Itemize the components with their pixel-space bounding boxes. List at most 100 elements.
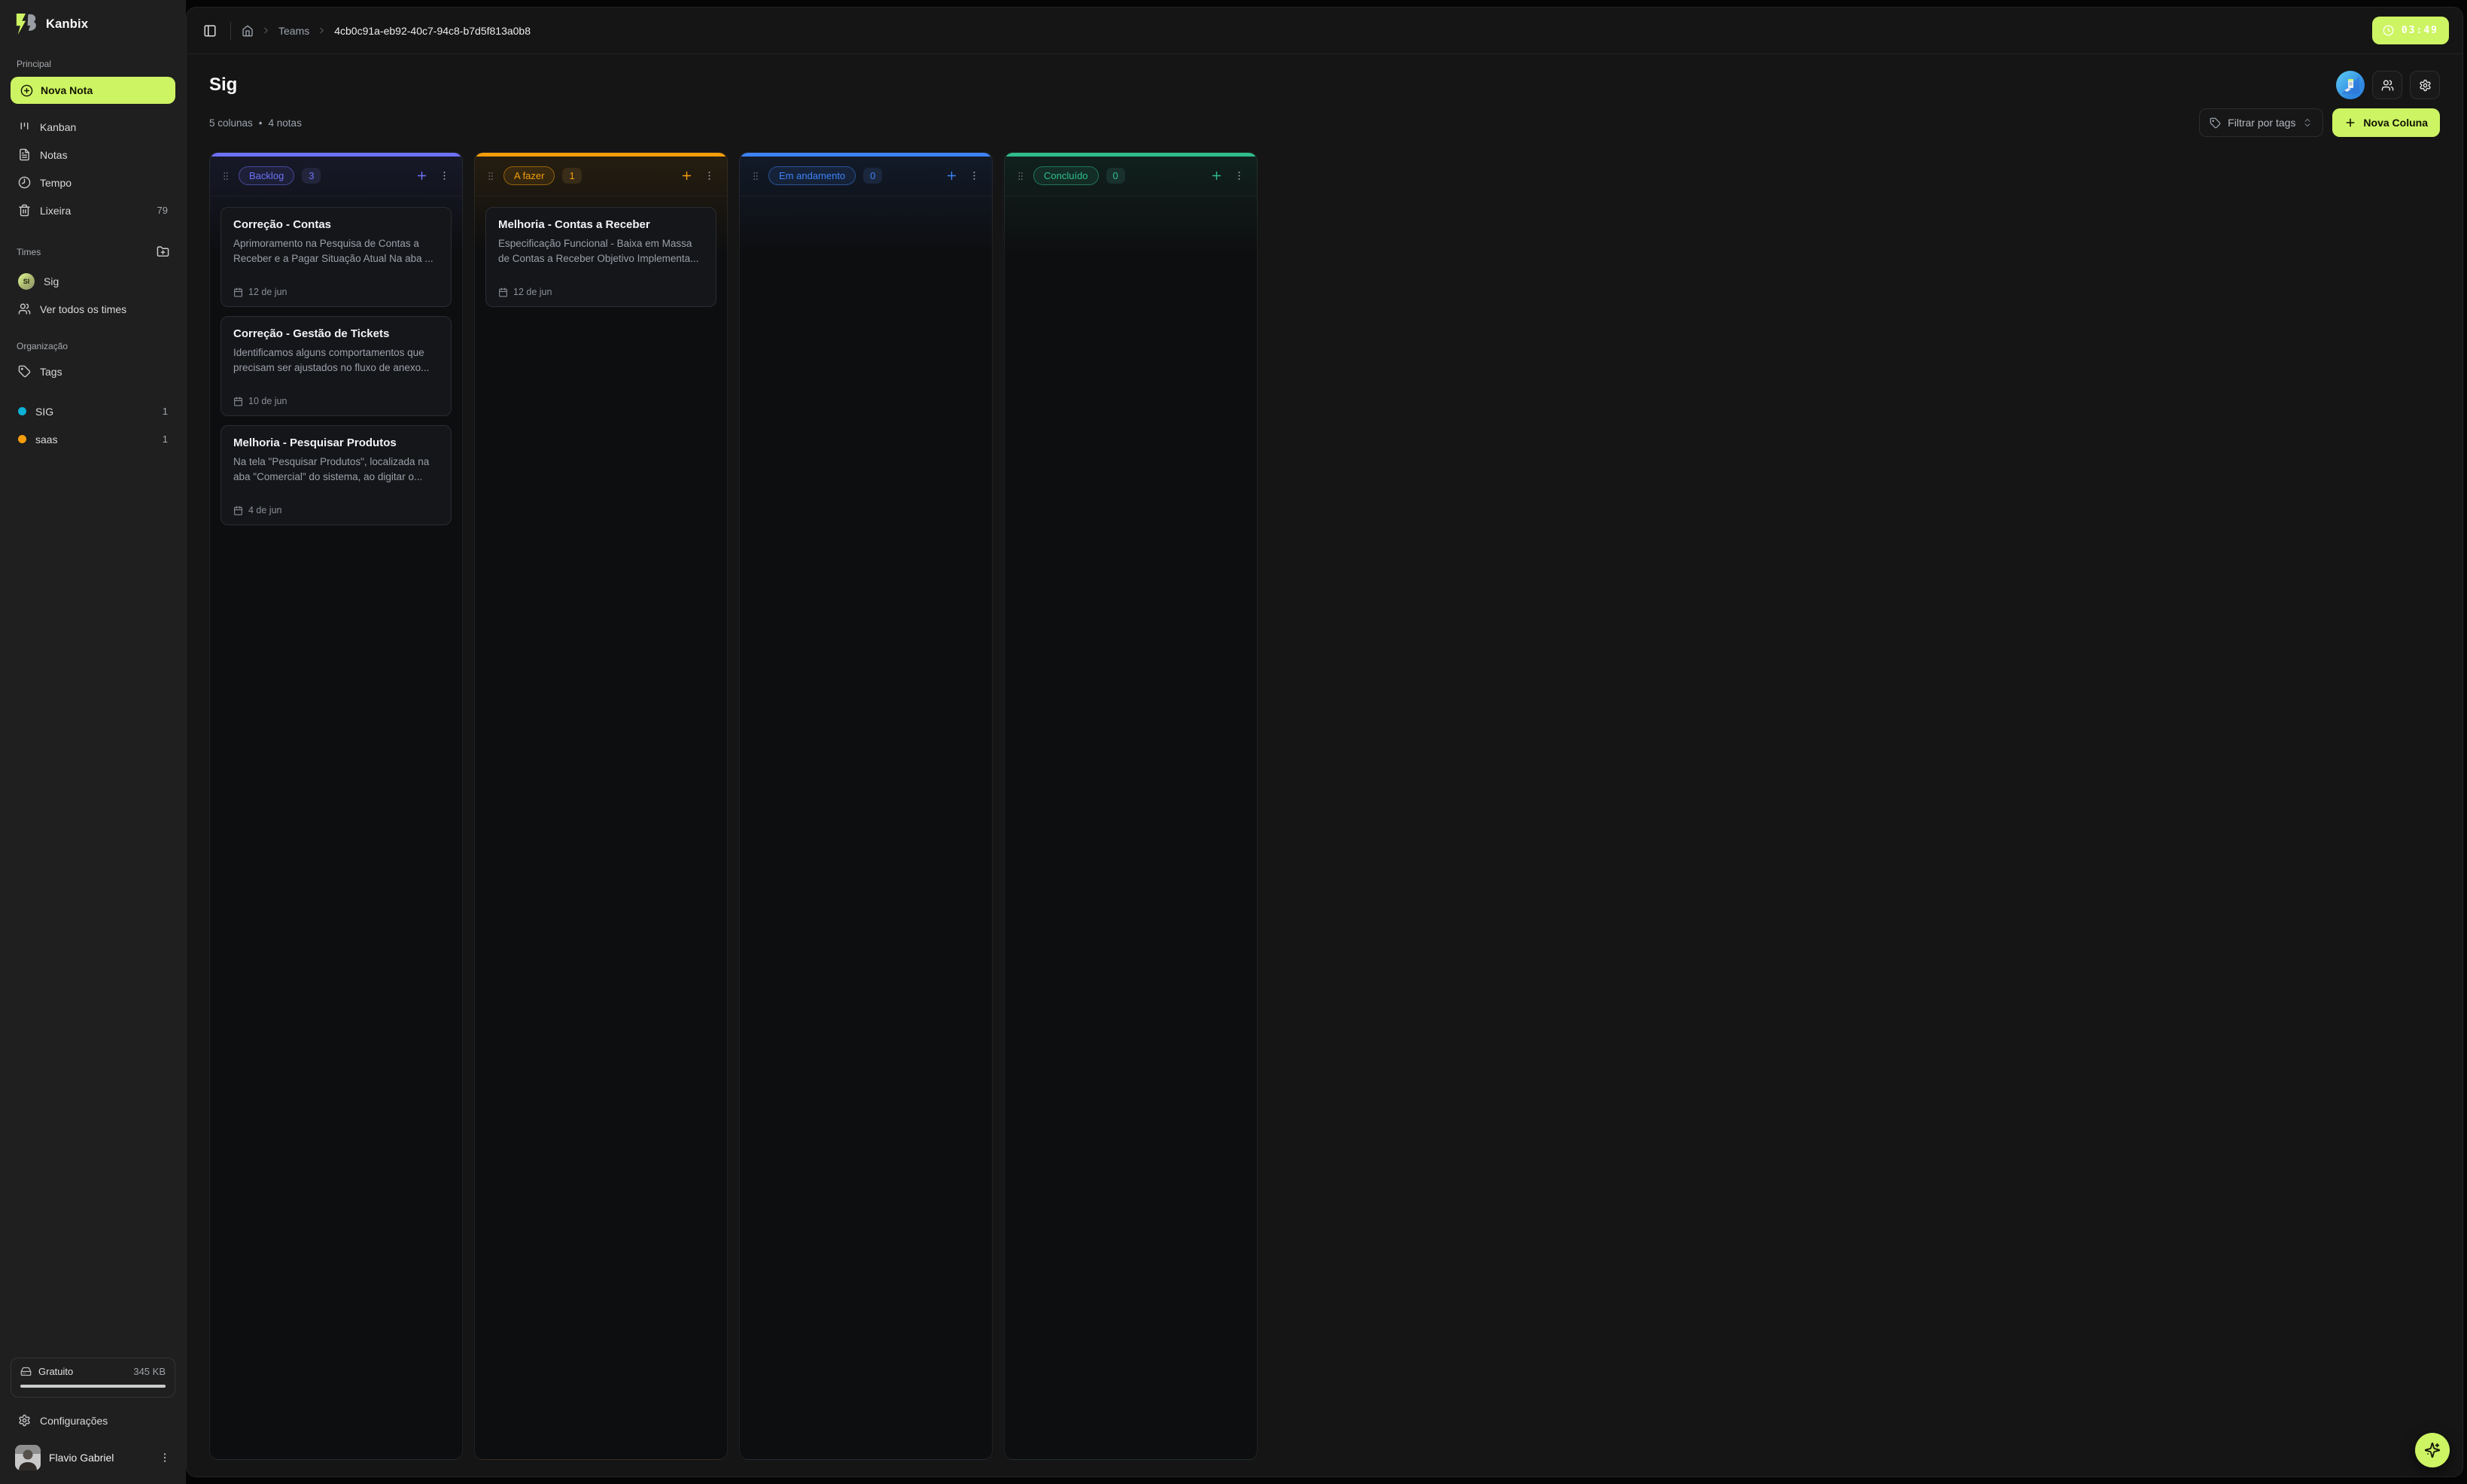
sidebar-nav: Kanban Notas Tempo Lixe [11,113,175,224]
ai-assistant-fab[interactable] [2415,1433,2450,1467]
column-a-fazer: A fazer 1 Melhoria - Contas a Receber Es… [474,152,728,1460]
card-title: Correção - Contas [233,218,439,231]
plan-usage: 345 KB [133,1366,166,1377]
column-name-pill[interactable]: A fazer [503,166,555,185]
new-note-label: Nova Nota [41,84,93,96]
tag-count: 1 [163,406,168,417]
settings-label: Configurações [40,1415,108,1427]
column-menu-button[interactable] [1232,169,1246,183]
timer-value: 03:49 [2402,25,2438,36]
sidebar-item-notas[interactable]: Notas [11,141,175,169]
grip-vertical-icon[interactable] [485,170,496,182]
column-count-badge: 0 [1106,168,1125,184]
tags-label: Tags [40,366,62,378]
sparkles-icon [2424,1442,2441,1458]
trash-count-badge: 79 [157,205,168,216]
card-date-text: 12 de jun [513,287,552,297]
add-team-button[interactable] [155,244,171,260]
sidebar-item-tags[interactable]: Tags [11,357,175,385]
column-name-pill[interactable]: Concluído [1033,166,1099,185]
sidebar-team-sig[interactable]: SI Sig [11,267,175,295]
clock-icon [2383,25,2394,36]
column-name-pill[interactable]: Backlog [239,166,294,185]
column-cards: Melhoria - Contas a Receber Especificaçã… [475,196,727,1459]
sidebar-item-kanban[interactable]: Kanban [11,113,175,141]
plan-usage-box: Gratuito 345 KB [11,1358,175,1397]
plus-icon [2344,117,2356,129]
column-count-badge: 3 [302,168,321,184]
sidebar-item-label: Kanban [40,121,76,133]
column-add-card-button[interactable] [414,168,430,184]
see-all-teams[interactable]: Ver todos os times [11,295,175,323]
new-column-button[interactable]: Nova Coluna [2332,108,2440,137]
card-title: Correção - Gestão de Tickets [233,327,439,340]
settings-item[interactable]: Configurações [11,1406,175,1434]
tag-icon [2210,117,2221,129]
kanban-card[interactable]: Melhoria - Pesquisar Produtos Na tela "P… [221,425,452,525]
divider [230,22,231,40]
card-description: Identificamos alguns comportamentos que … [233,345,439,375]
trash-icon [18,204,31,217]
topbar: Teams 4cb0c91a-eb92-40c7-94c8-b7d5f813a0… [187,8,2462,54]
card-description: Na tela "Pesquisar Produtos", localizada… [233,455,439,484]
members-button[interactable] [2372,71,2402,99]
app-logo-row[interactable]: Kanbix [11,11,175,38]
gear-icon [18,1414,31,1427]
column-menu-button[interactable] [437,169,452,183]
card-description: Especificação Funcional - Baixa em Massa… [498,236,704,266]
column-name-pill[interactable]: Em andamento [768,166,856,185]
timer-badge[interactable]: 03:49 [2372,17,2449,44]
breadcrumb-teams[interactable]: Teams [278,25,309,37]
tag-row-sig[interactable]: SIG 1 [11,397,175,425]
see-all-teams-label: Ver todos os times [40,303,126,315]
kanban-card[interactable]: Correção - Gestão de Tickets Identificam… [221,316,452,416]
column-backlog: Backlog 3 Correção - Contas Aprimorament… [209,152,463,1460]
breadcrumb-board-id: 4cb0c91a-eb92-40c7-94c8-b7d5f813a0b8 [334,25,531,37]
breadcrumb: Teams 4cb0c91a-eb92-40c7-94c8-b7d5f813a0… [242,25,531,37]
sidebar-toggle-button[interactable] [200,21,220,41]
user-avatar [15,1445,41,1470]
meta-separator: • [259,117,263,129]
chevron-right-icon [317,26,327,35]
calendar-icon [498,287,508,297]
notes-count: 4 notas [269,117,302,129]
sidebar-item-label: Tempo [40,177,71,189]
column-menu-button[interactable] [967,169,981,183]
new-note-button[interactable]: Nova Nota [11,77,175,104]
card-title: Melhoria - Pesquisar Produtos [233,436,439,449]
kanban-card[interactable]: Melhoria - Contas a Receber Especificaçã… [485,207,716,307]
calendar-icon [233,397,243,406]
filter-label: Filtrar por tags [2228,117,2295,129]
folder-plus-icon [157,245,169,258]
tag-count: 1 [163,433,168,445]
column-cards [1005,196,1257,1459]
tag-row-saas[interactable]: saas 1 [11,425,175,453]
sidebar-item-lixeira[interactable]: Lixeira 79 [11,196,175,224]
user-menu-button[interactable] [159,1452,171,1464]
grip-vertical-icon[interactable] [750,170,761,182]
app-name: Kanbix [46,17,88,32]
tag-name: saas [35,433,58,446]
column-add-card-button[interactable] [679,168,695,184]
grip-vertical-icon[interactable] [221,170,231,182]
app-logo-icon [15,12,38,36]
column-concluido: Concluído 0 [1004,152,1258,1460]
column-add-card-button[interactable] [1209,168,1224,184]
sidebar-item-tempo[interactable]: Tempo [11,169,175,196]
kanban-card[interactable]: Correção - Contas Aprimoramento na Pesqu… [221,207,452,307]
column-cards [740,196,992,1459]
column-menu-button[interactable] [702,169,716,183]
kanban-icon [18,120,31,133]
team-avatar: SI [18,273,35,290]
filter-by-tags-select[interactable]: Filtrar por tags [2199,108,2323,137]
column-count-badge: 0 [863,168,882,184]
grip-vertical-icon[interactable] [1015,170,1026,182]
column-count-badge: 1 [562,168,581,184]
board-meta: 5 colunas • 4 notas [209,117,302,129]
column-add-card-button[interactable] [944,168,960,184]
hard-drive-icon [20,1366,32,1377]
home-icon[interactable] [242,25,254,37]
board-settings-button[interactable] [2410,71,2440,99]
user-row[interactable]: Flavio Gabriel [11,1442,175,1473]
board-avatar[interactable] [2336,71,2365,99]
